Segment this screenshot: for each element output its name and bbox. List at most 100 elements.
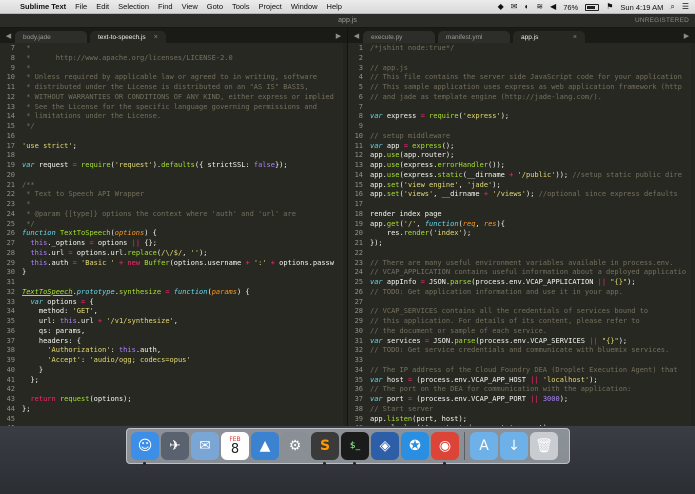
virtualbox-icon[interactable]: ◈ [371, 432, 399, 460]
chrome-icon[interactable]: ◉ [431, 432, 459, 465]
code-line[interactable]: 35 var host = (process.env.VCAP_APP_HOST … [348, 376, 695, 386]
tab-scroll-right-icon[interactable]: ▶ [680, 28, 693, 43]
code-line[interactable]: 37 headers: { [0, 337, 347, 347]
code-line[interactable]: 21 /** [0, 181, 347, 191]
code-line[interactable]: 24 * @param {[type]} options the context… [0, 210, 347, 220]
code-line[interactable]: 7 * [0, 44, 347, 54]
code-line[interactable]: 39 'Accept': 'audio/ogg; codecs=opus' [0, 356, 347, 366]
code-line[interactable]: 44}; [0, 405, 347, 415]
code-line[interactable]: 9 * [0, 64, 347, 74]
code-line[interactable]: 19 app.get('/', function(req, res){ [348, 220, 695, 230]
battery-percent[interactable]: 76% [563, 3, 578, 12]
code-line[interactable]: 34 // The IP address of the Cloud Foundry… [348, 366, 695, 376]
code-line[interactable]: 45 [0, 415, 347, 425]
tab-scroll-right-icon[interactable]: ▶ [332, 28, 345, 43]
finder-icon[interactable]: ☺ [131, 432, 159, 465]
code-line[interactable]: 8 * http://www.apache.org/licenses/LICEN… [0, 54, 347, 64]
code-line[interactable]: 23 // There are many useful environment v… [348, 259, 695, 269]
code-line[interactable]: 34 method: 'GET', [0, 307, 347, 317]
code-line[interactable]: 32 // TODO: Get service credentials and c… [348, 346, 695, 356]
code-line[interactable]: 1 /*jshint node:true*/ [348, 44, 695, 54]
code-line[interactable]: 36 // The port on the DEA for communicati… [348, 385, 695, 395]
code-line[interactable]: 2 [348, 54, 695, 64]
code-line[interactable]: 30} [0, 268, 347, 278]
code-line[interactable]: 5 // This sample application uses express… [348, 83, 695, 93]
code-line[interactable]: 6 // and jade as template engine (http://… [348, 93, 695, 103]
system-preferences-icon[interactable]: ⚙ [281, 432, 309, 460]
menu-selection[interactable]: Selection [118, 2, 149, 11]
code-line[interactable]: 13 app.use(express.errorHandler()); [348, 161, 695, 171]
code-line[interactable]: 37 var port = (process.env.VCAP_APP_PORT … [348, 395, 695, 405]
tab-scroll-left-icon[interactable]: ◀ [2, 28, 15, 43]
code-editor-left[interactable]: 7 * 8 * http://www.apache.org/licenses/LI… [0, 43, 347, 426]
code-line[interactable]: 16 [0, 132, 347, 142]
code-line[interactable]: 10 // setup middleware [348, 132, 695, 142]
code-line[interactable]: 42 [0, 385, 347, 395]
code-line[interactable]: 12 * WITHOUT WARRANTIES OR CONDITIONS OF… [0, 93, 347, 103]
code-line[interactable]: 22 * Text to Speech API Wrapper [0, 190, 347, 200]
calendar-icon[interactable]: FEB 8 [221, 432, 249, 460]
code-line[interactable]: 31 [0, 278, 347, 288]
tab-scroll-left-icon[interactable]: ◀ [350, 28, 363, 43]
code-line[interactable]: 41 }; [0, 376, 347, 386]
tab-app-js[interactable]: app.js × [513, 31, 585, 43]
code-line[interactable]: 35 url: this.url + '/v1/synthesize', [0, 317, 347, 327]
code-line[interactable]: 9 [348, 122, 695, 132]
menu-find[interactable]: Find [158, 2, 173, 11]
volume-icon[interactable]: ◀ [550, 3, 556, 11]
code-line[interactable]: 28 this.url = options.url.replace(/\/$/,… [0, 249, 347, 259]
menu-edit[interactable]: Edit [96, 2, 109, 11]
code-line[interactable]: 11 * distributed under the License is di… [0, 83, 347, 93]
tab-body-jade[interactable]: body.jade [15, 31, 87, 43]
tab-manifest-yml[interactable]: manifest.yml [438, 31, 510, 43]
code-line[interactable]: 15 */ [0, 122, 347, 132]
code-line[interactable]: 8 var express = require('express'); [348, 112, 695, 122]
code-line[interactable]: 20 [0, 171, 347, 181]
code-line[interactable]: 25 */ [0, 220, 347, 230]
code-line[interactable]: 26 // TODO: Get application information a… [348, 288, 695, 298]
battery-icon[interactable] [585, 3, 600, 11]
code-line[interactable]: 19 var request = require('request').defau… [0, 161, 347, 171]
code-line[interactable]: 27 [348, 298, 695, 308]
wifi-icon[interactable]: ≋ [536, 3, 543, 11]
code-line[interactable]: 28 // VCAP_SERVICES contains all the cred… [348, 307, 695, 317]
tab-execute-py[interactable]: execute.py [363, 31, 435, 43]
spotlight-icon[interactable]: ⌕ [670, 3, 674, 11]
code-line[interactable]: 39 app.listen(port, host); [348, 415, 695, 425]
downloads-folder-icon[interactable]: ↓ [500, 432, 528, 460]
code-line[interactable]: 4 // This file contains the server side J… [348, 73, 695, 83]
code-line[interactable]: 36 qs: params, [0, 327, 347, 337]
code-line[interactable]: 40 } [0, 366, 347, 376]
code-line[interactable]: 14 * limitations under the License. [0, 112, 347, 122]
code-line[interactable]: 38 'Authorization': this.auth, [0, 346, 347, 356]
code-line[interactable]: 17 'use strict'; [0, 142, 347, 152]
menu-file[interactable]: File [75, 2, 87, 11]
code-line[interactable]: 25 var appInfo = JSON.parse(process.env.V… [348, 278, 695, 288]
code-line[interactable]: 30 // the document or sample of each serv… [348, 327, 695, 337]
code-line[interactable]: 33 [348, 356, 695, 366]
menu-goto[interactable]: Goto [207, 2, 223, 11]
menu-help[interactable]: Help [327, 2, 342, 11]
terminal-icon[interactable]: $_ [341, 432, 369, 465]
code-line[interactable]: 15 app.set('view engine', 'jade'); [348, 181, 695, 191]
sublime-text-icon[interactable]: S [311, 432, 339, 465]
code-line[interactable]: 31 var services = JSON.parse(process.env.… [348, 337, 695, 347]
dropbox-icon[interactable]: ◆ [498, 3, 504, 11]
app-menu[interactable]: Sublime Text [20, 2, 66, 11]
code-line[interactable]: 18 render index page [348, 210, 695, 220]
preview-icon[interactable]: ✉ [191, 432, 219, 460]
applications-folder-icon[interactable]: A [470, 432, 498, 460]
code-line[interactable]: 20 res.render('index'); [348, 229, 695, 239]
code-line[interactable]: 18 [0, 151, 347, 161]
trash-icon[interactable]: 🗑 [530, 432, 558, 460]
notification-icon[interactable]: ◐ [525, 3, 530, 11]
flag-icon[interactable]: ⚑ [606, 3, 613, 11]
code-line[interactable]: 26 function TextToSpeech(options) { [0, 229, 347, 239]
code-line[interactable]: 13 * See the License for the specific la… [0, 103, 347, 113]
code-line[interactable]: 22 [348, 249, 695, 259]
keynote-icon[interactable]: ▲ [251, 432, 279, 460]
code-line[interactable]: 3 // app.js [348, 64, 695, 74]
code-line[interactable]: 29 this.auth = 'Basic ' + new Buffer(opt… [0, 259, 347, 269]
code-line[interactable]: 11 var app = express(); [348, 142, 695, 152]
tab-text-to-speech-js[interactable]: text-to-speech.js × [90, 31, 166, 43]
